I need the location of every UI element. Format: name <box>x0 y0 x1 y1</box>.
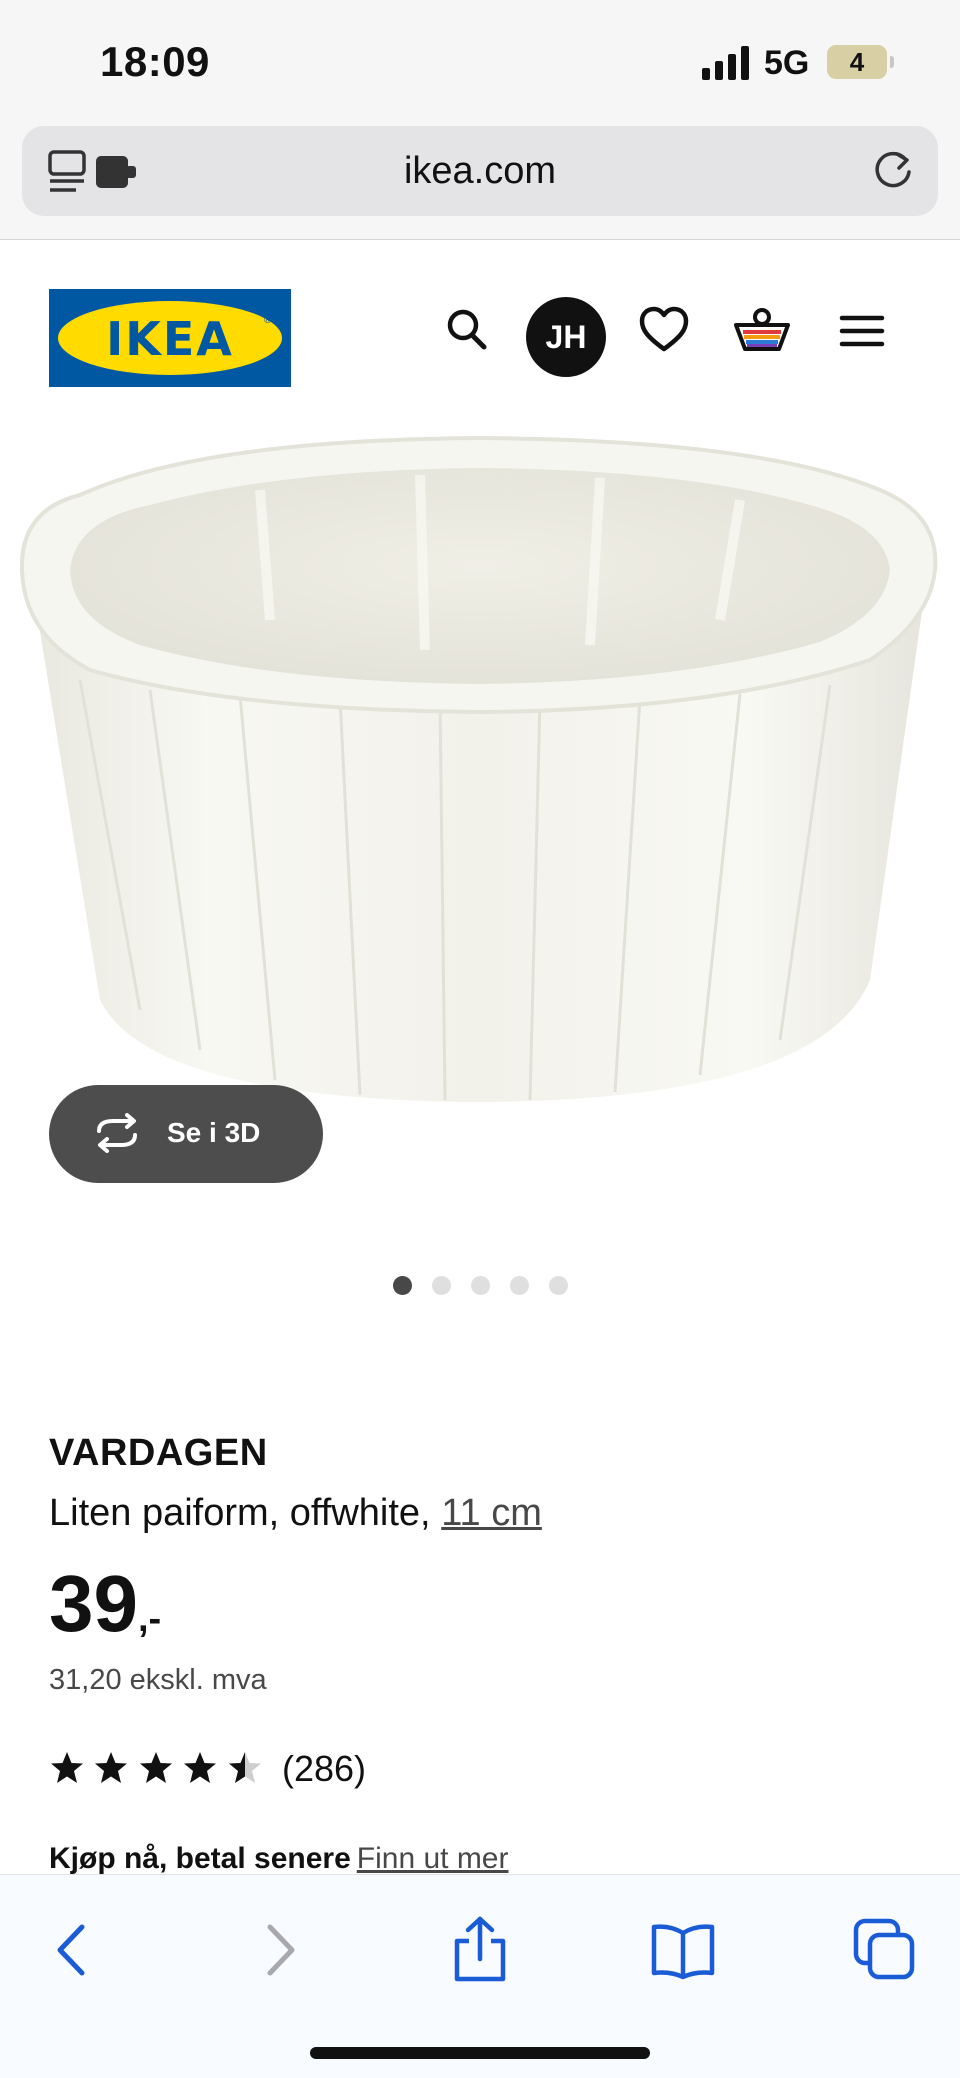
site-header: IKEA ® JH <box>0 241 960 411</box>
star-icon <box>95 1752 128 1783</box>
product-description-text: Liten paiform, offwhite, <box>49 1492 431 1534</box>
bookmarks-icon[interactable] <box>648 1915 718 1985</box>
rotate-3d-icon <box>97 1113 137 1153</box>
tabs-icon[interactable] <box>850 1915 920 1985</box>
half-star-icon <box>228 1752 261 1783</box>
url-text[interactable]: ikea.com <box>22 150 938 193</box>
payment-info: Kjøp nå, betal senere Finn ut mer <box>49 1842 508 1876</box>
address-bar[interactable]: ikea.com <box>22 126 938 216</box>
carousel-dot[interactable] <box>548 1276 568 1295</box>
battery-icon: 4 <box>827 45 887 79</box>
product-size-link[interactable]: 11 cm <box>441 1492 542 1534</box>
forward-icon[interactable] <box>244 1915 314 1985</box>
payment-link[interactable]: Finn ut mer <box>357 1842 509 1875</box>
carousel-dot[interactable] <box>431 1276 451 1295</box>
image-carousel-dots <box>0 1276 960 1296</box>
star-icon <box>139 1752 172 1783</box>
cart-icon[interactable] <box>732 301 792 361</box>
view-3d-button[interactable]: Se i 3D <box>49 1085 323 1183</box>
menu-icon[interactable] <box>832 301 892 361</box>
network-label: 5G <box>764 44 810 82</box>
ikea-logo[interactable]: IKEA ® <box>49 289 291 387</box>
signal-icon <box>702 46 749 80</box>
product-description: Liten paiform, offwhite, 11 cm <box>49 1492 542 1535</box>
reload-icon[interactable] <box>870 148 916 194</box>
share-icon[interactable] <box>445 1915 515 1985</box>
search-icon[interactable] <box>438 301 498 361</box>
view-3d-label: Se i 3D <box>167 1117 261 1148</box>
battery-level: 4 <box>849 47 865 77</box>
home-indicator[interactable] <box>310 2047 650 2059</box>
price-suffix: ,- <box>137 1598 162 1640</box>
product-image[interactable] <box>0 420 960 1120</box>
browser-bottom-bar <box>0 1874 960 2078</box>
payment-text: Kjøp nå, betal senere <box>49 1842 351 1875</box>
clock: 18:09 <box>100 38 210 85</box>
product-name: VARDAGEN <box>49 1432 268 1474</box>
browser-toolbar: ikea.com <box>0 120 960 240</box>
carousel-dot[interactable] <box>509 1276 529 1295</box>
product-price: 39,- <box>49 1558 161 1650</box>
battery-tip <box>890 56 894 68</box>
carousel-dot[interactable] <box>470 1276 490 1295</box>
registered-mark: ® <box>264 315 272 326</box>
rating-stars[interactable] <box>49 1750 267 1790</box>
logo-text: IKEA <box>106 312 234 366</box>
status-bar: 18:09 5G 4 <box>0 0 960 120</box>
review-count[interactable]: (286) <box>282 1748 366 1790</box>
star-icon <box>51 1752 83 1783</box>
star-icon <box>184 1752 217 1783</box>
carousel-dot[interactable] <box>392 1276 412 1295</box>
price-value: 39 <box>49 1559 138 1648</box>
back-icon[interactable] <box>38 1915 108 1985</box>
price-ex-vat: 31,20 ekskl. mva <box>49 1664 267 1696</box>
heart-icon[interactable] <box>634 301 694 361</box>
avatar[interactable]: JH <box>526 297 606 377</box>
